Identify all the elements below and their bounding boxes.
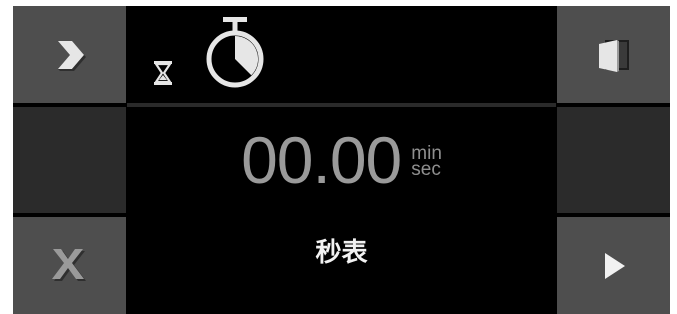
mode-label: 秒表 — [315, 237, 368, 268]
timer-value: 00.00 — [241, 123, 402, 197]
stopwatch-screen: 00.00 min sec 秒表 — [13, 6, 670, 314]
forward-button[interactable] — [13, 6, 126, 103]
timer-units: min sec — [411, 144, 442, 180]
chevron-right-icon — [50, 35, 90, 75]
door-exit-icon — [592, 33, 636, 77]
unit-sec: sec — [411, 159, 441, 180]
right-empty-slot — [557, 107, 670, 213]
status-area — [127, 6, 556, 103]
left-empty-slot — [13, 107, 126, 213]
exit-button[interactable] — [557, 6, 670, 103]
play-icon — [599, 249, 629, 283]
timer-display: 00.00 min sec — [127, 107, 556, 213]
stopwatch-icon — [203, 16, 267, 95]
close-x-icon — [50, 246, 90, 286]
play-button[interactable] — [557, 217, 670, 314]
close-button[interactable] — [13, 217, 126, 314]
hourglass-icon — [152, 60, 174, 91]
